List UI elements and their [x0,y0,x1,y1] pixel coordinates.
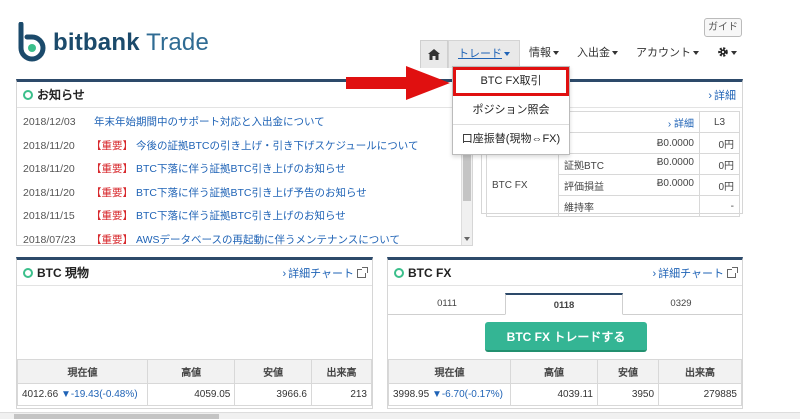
circle-icon [23,89,33,100]
fx-low: 3950 [596,383,660,406]
circle-icon [394,267,404,278]
logo[interactable]: bitbank Trade [15,22,209,64]
btc-spot-title: BTC 現物 [37,266,89,280]
page-horizontal-scrollbar[interactable] [0,412,800,419]
menu-item-transfer[interactable]: 口座振替(現物⇔FX) [453,125,569,154]
menu-item-position[interactable]: ポジション照会 [453,96,569,125]
gear-icon [718,47,728,57]
red-arrow-icon [346,66,450,100]
fx-volume: 279885 [658,383,742,406]
table-row: BTC FX 証拠BTC Ƀ0.0000 0円 [486,153,740,217]
nav-account[interactable]: アカウント [627,40,708,68]
bitbank-logo-icon [18,22,46,62]
news-item[interactable]: 2018/11/20 【重要】 BTC下落に伴う証拠BTC引き上げのお知らせ [17,158,460,182]
table-header-row: 現在値 高値 安値 出来高 [388,359,742,384]
fx-contract-tabs: 0111 0118 0329 [388,289,742,315]
table-header-row: 現在値 高値 安値 出来高 [17,359,373,384]
fx-high: 4039.11 [510,383,598,406]
spot-chart-link[interactable]: › 詳細チャート [282,265,368,281]
table-row: 4012.66 ▼-19.43(-0.48%) 4059.05 3966.6 2… [17,383,373,406]
spot-high: 4059.05 [146,383,236,406]
logo-text: bitbank Trade [53,29,209,56]
spot-price: 4012.66 [22,389,59,400]
chevron-down-icon [504,52,510,57]
spot-change: ▼-19.43(-0.48%) [60,389,138,400]
scroll-thumb[interactable] [14,414,219,419]
fx-price: 3998.95 [393,389,430,400]
chevron-right-icon: › [652,267,657,280]
chevron-down-icon [612,51,618,56]
assets-fx-label: BTC FX [486,153,559,217]
tab-0118[interactable]: 0118 [505,293,623,315]
assets-level: L3 [699,111,740,133]
scroll-down-icon[interactable] [464,237,470,241]
btc-spot-header: BTC 現物 › 詳細チャート [17,260,372,286]
nav-deposit-label: 入出金 [577,47,610,59]
fx-change: ▼-6.70(-0.17%) [431,389,503,400]
spot-price-table: 現在値 高値 安値 出来高 4012.66 ▼-19.43(-0.48%) 40… [17,359,373,406]
news-item[interactable]: 2018/11/20 【重要】 今後の証拠BTCの引き上げ・引き下げスケジュールにつ… [17,135,460,159]
fx-chart-link[interactable]: › 詳細チャート [652,265,738,281]
news-title: お知らせ [37,88,85,102]
chevron-right-icon: › [282,267,287,280]
btc-spot-panel: BTC 現物 › 詳細チャート 現在値 高値 安値 出来高 4012.66 ▼-1… [16,257,373,409]
main-nav: トレード 情報 入出金 アカウント [420,40,746,68]
chevron-down-icon [693,51,699,56]
nav-settings[interactable] [708,40,746,68]
btc-fx-panel: BTC FX › 詳細チャート 0111 0118 0329 BTC FX トレー… [387,257,743,409]
nav-trade[interactable]: トレード [448,40,520,68]
chevron-down-icon [553,51,559,56]
btc-fx-title: BTC FX [408,265,452,280]
nav-trade-label: トレード [458,48,502,60]
home-icon [428,49,440,60]
nav-home[interactable] [420,40,448,68]
btc-fx-header: BTC FX › 詳細チャート [388,260,742,286]
circle-icon [23,267,33,278]
menu-item-btc-fx-trade[interactable]: BTC FX取引 [453,67,569,96]
news-item[interactable]: 2018/11/15 【重要】 BTC下落に伴う証拠BTC引き上げのお知らせ [17,205,460,229]
fx-price-table: 現在値 高値 安値 出来高 3998.95 ▼-6.70(-0.17%) 403… [388,359,742,406]
btc-fx-trade-button[interactable]: BTC FX トレードする [485,322,647,352]
tab-0329[interactable]: 0329 [622,293,740,315]
nav-info[interactable]: 情報 [520,40,568,68]
tab-0111[interactable]: 0111 [388,293,506,315]
news-item[interactable]: 2018/07/23 【重要】 AWSデータベースの再起動に伴うメンテナンスについて [17,229,460,246]
table-row: 3998.95 ▼-6.70(-0.17%) 4039.11 3950 2798… [388,383,742,406]
external-link-icon [727,266,738,278]
spot-low: 3966.6 [234,383,312,406]
news-item[interactable]: 2018/12/03 年末年始期間中のサポート対応と入出金について [17,111,460,135]
nav-info-label: 情報 [529,47,551,59]
chevron-down-icon [731,51,737,56]
nav-deposit[interactable]: 入出金 [568,40,627,68]
assets-detail-link[interactable]: › 詳細 [708,87,736,103]
chevron-right-icon: › [708,89,712,102]
guide-button[interactable]: ガイド [704,18,742,37]
trade-dropdown-menu: BTC FX取引 ポジション照会 口座振替(現物⇔FX) [452,66,570,155]
news-list: 2018/12/03 年末年始期間中のサポート対応と入出金について 2018/11… [17,111,460,245]
news-panel: お知らせ 2018/12/03 年末年始期間中のサポート対応と入出金について 20… [16,79,473,246]
news-item[interactable]: 2018/11/20 【重要】 BTC下落に伴う証拠BTC引き上げ予告のお知らせ [17,182,460,206]
spot-volume: 213 [310,383,373,406]
external-link-icon [357,266,368,278]
nav-account-label: アカウント [636,47,691,59]
